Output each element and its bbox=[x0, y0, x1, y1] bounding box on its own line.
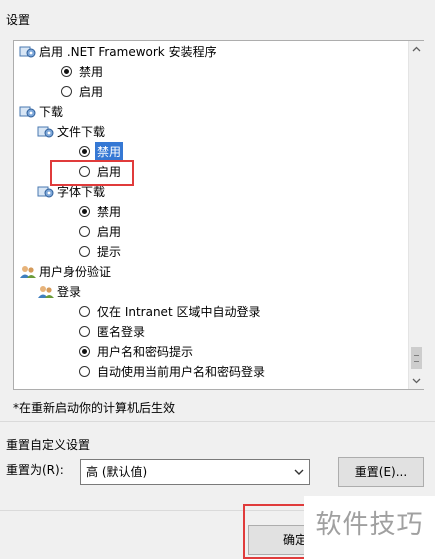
radio-unchecked-icon[interactable] bbox=[79, 246, 90, 257]
radio-unchecked-icon[interactable] bbox=[79, 226, 90, 237]
tree-group-label: 启用 .NET Framework 安装程序 bbox=[39, 45, 217, 59]
settings-gear-icon bbox=[19, 44, 37, 60]
tree-group-label: 下载 bbox=[39, 105, 64, 119]
radio-unchecked-icon[interactable] bbox=[61, 86, 72, 97]
radio-unchecked-icon[interactable] bbox=[79, 326, 90, 337]
security-level-select[interactable]: 高 (默认值) bbox=[80, 459, 310, 485]
settings-gear-icon bbox=[37, 124, 55, 140]
reset-to-label: 重置为(R): bbox=[6, 463, 64, 477]
scroll-down-button[interactable] bbox=[409, 372, 424, 389]
radio-checked-icon[interactable] bbox=[79, 146, 90, 157]
reset-section-title: 重置自定义设置 bbox=[6, 438, 91, 452]
scroll-up-button[interactable] bbox=[409, 41, 424, 58]
settings-group-label: 设置 bbox=[6, 13, 31, 27]
reset-button[interactable]: 重置(E)... bbox=[338, 457, 424, 487]
scroll-thumb[interactable] bbox=[411, 347, 422, 369]
radio-checked-icon[interactable] bbox=[61, 66, 72, 77]
vertical-scrollbar[interactable] bbox=[408, 41, 424, 389]
watermark: 软件技巧 bbox=[304, 496, 435, 559]
radio-unchecked-icon[interactable] bbox=[79, 366, 90, 377]
highlight-box-ok-button bbox=[243, 504, 311, 559]
tree-group-label: 登录 bbox=[57, 285, 82, 299]
tree-radio-label: 用户名和密码提示 bbox=[97, 345, 194, 359]
radio-unchecked-icon[interactable] bbox=[79, 306, 90, 317]
tree-radio-label: 匿名登录 bbox=[97, 325, 146, 339]
tree-radio-label: 启用 bbox=[97, 225, 122, 239]
highlight-box-enable-option bbox=[50, 160, 134, 186]
users-icon bbox=[37, 284, 55, 300]
tree-radio-label: 仅在 Intranet 区域中自动登录 bbox=[97, 305, 261, 319]
tree-group-label: 文件下载 bbox=[57, 125, 106, 139]
tree-radio-label: 启用 bbox=[79, 85, 104, 99]
radio-checked-icon[interactable] bbox=[79, 346, 90, 357]
divider bbox=[0, 421, 435, 422]
tree-radio-label: 提示 bbox=[97, 245, 122, 259]
security-level-value: 高 (默认值) bbox=[86, 465, 148, 479]
settings-gear-icon bbox=[37, 184, 55, 200]
chevron-down-icon bbox=[412, 378, 421, 384]
settings-tree[interactable]: 启用 .NET Framework 安装程序 禁用 启用 下载 文件下载 禁用 启用 字体下载… bbox=[13, 40, 424, 390]
chevron-down-icon bbox=[294, 469, 304, 475]
tree-radio-label: 禁用 bbox=[97, 205, 122, 219]
tree-radio-label: 禁用 bbox=[95, 142, 124, 162]
chevron-up-icon bbox=[412, 46, 421, 52]
tree-group-label: 用户身份验证 bbox=[39, 265, 112, 279]
users-icon bbox=[19, 264, 37, 280]
tree-radio-label: 自动使用当前用户名和密码登录 bbox=[97, 365, 266, 379]
settings-gear-icon bbox=[19, 104, 37, 120]
radio-checked-icon[interactable] bbox=[79, 206, 90, 217]
tree-radio-label: 禁用 bbox=[79, 65, 104, 79]
restart-note: *在重新启动你的计算机后生效 bbox=[13, 401, 176, 415]
